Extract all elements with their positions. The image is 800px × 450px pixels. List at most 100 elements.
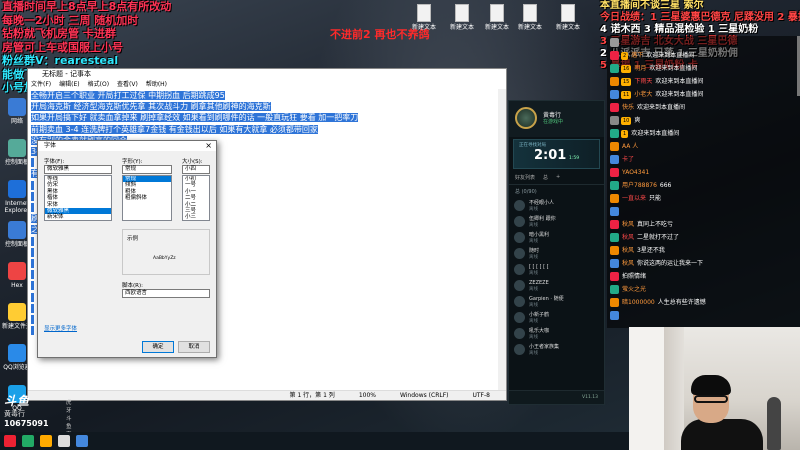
friend-row[interactable]: [ [ [ [ [ [离线 <box>509 262 604 278</box>
text-line-content: 开局海克斯 经济型海克斯优先拿 其次战斗力 刷拿其他刷神的海克斯 <box>31 102 271 112</box>
friend-name: 小王者家族集 <box>529 344 560 350</box>
friend-row[interactable]: ZEZEZE 离线 <box>509 278 604 294</box>
chat-username[interactable]: 秋风 <box>622 260 634 267</box>
start-icon[interactable] <box>4 435 16 447</box>
user-level-icon <box>610 142 619 151</box>
notepad-menubar: 文件(F) 编辑(E) 格式(O) 查看(V) 帮助(H) <box>28 80 506 89</box>
notepad-icon[interactable] <box>58 435 70 447</box>
file-label: 新建文本 <box>555 24 580 31</box>
friend-row[interactable]: 伍卿利 跟你 离线 <box>509 214 604 230</box>
user-level-icon <box>610 194 619 203</box>
queue-timer: 正在寻找对局 2:01 1:59 <box>513 139 600 169</box>
chat-message: 卡了 <box>607 153 800 167</box>
chat-username[interactable]: 用户788876 <box>622 182 657 189</box>
chat-username[interactable]: 明月 <box>634 65 646 72</box>
font-field[interactable]: 微软雅黑 <box>44 165 112 174</box>
streamer-hair <box>691 375 731 395</box>
friend-status: 离线 <box>529 223 538 228</box>
menu-item[interactable]: 格式(O) <box>88 80 109 89</box>
cancel-button[interactable]: 取消 <box>178 341 210 353</box>
user-level-icon <box>610 116 619 125</box>
folder-icon[interactable] <box>40 435 52 447</box>
script-select[interactable]: 西欧语言 <box>122 289 210 298</box>
friend-tab[interactable]: 总 <box>543 174 548 181</box>
friend-row[interactable]: 小王者家族集 离线 <box>509 342 604 358</box>
game-icon[interactable] <box>76 435 88 447</box>
friend-avatar <box>514 248 525 259</box>
list-item[interactable]: 新宋体 <box>45 214 111 220</box>
chat-text: 欢迎来到本直播间 <box>637 104 686 111</box>
friend-row[interactable]: Garpien · 随便 离线 <box>509 294 604 310</box>
chat-text: 只能 <box>649 195 662 202</box>
font-label: 字体(F): <box>44 159 65 165</box>
user-level-icon <box>610 90 619 99</box>
menu-item[interactable]: 查看(V) <box>117 80 138 89</box>
chat-username[interactable]: 暗1000000 <box>622 299 655 306</box>
ok-button[interactable]: 确定 <box>142 341 174 353</box>
chat-username[interactable]: 快乐 <box>622 104 634 111</box>
chat-username[interactable]: 秋风 <box>622 247 634 254</box>
chat-message: 1 欢迎来到本直播间 <box>607 127 800 141</box>
chat-username[interactable]: 秋风 <box>622 234 634 241</box>
document-icon <box>455 4 469 22</box>
show-more-fonts-link[interactable]: 显示更多字体 <box>44 324 77 332</box>
stream-logo: 斗鱼 <box>4 394 31 408</box>
friend-row[interactable]: 不经眼小人 离线 <box>509 198 604 214</box>
user-level-icon <box>610 220 619 229</box>
style-list[interactable]: 常规 倾斜 粗体 粗偏斜体 <box>122 175 172 221</box>
file-icon[interactable]: 新建文本 <box>447 4 477 31</box>
list-item[interactable]: 粗偏斜体 <box>123 195 171 201</box>
chat-username[interactable]: 萤火之光 <box>622 286 646 293</box>
font-dialog[interactable]: 字体 × 字体(F): 微软雅黑 等线 仿宋 黑体 楷体 宋体 微软雅黑 新宋体 字形(Y)… <box>37 140 217 358</box>
file-icon[interactable]: 新建文本 <box>515 4 545 31</box>
friend-row[interactable]: 随时 离线 <box>509 246 604 262</box>
file-icon[interactable]: 新建文本 <box>409 4 439 31</box>
chat-text: 拍照情绪 <box>622 273 647 280</box>
file-icon[interactable]: 新建文本 <box>482 4 512 31</box>
chat-username[interactable]: 一直以来 <box>622 195 646 202</box>
notepad-titlebar[interactable]: 无标题 - 记事本 <box>28 69 506 80</box>
app-icon[interactable] <box>22 435 34 447</box>
style-field[interactable]: 常规 <box>122 165 172 174</box>
friend-name: 吼乐大咖 <box>529 328 550 334</box>
size-field[interactable]: 小四 <box>182 165 210 174</box>
chat-username[interactable]: 秋风 <box>622 221 634 228</box>
friend-row[interactable]: 小新子鹤 离线 <box>509 310 604 326</box>
close-icon[interactable]: × <box>205 141 212 151</box>
font-list[interactable]: 等线 仿宋 黑体 楷体 宋体 微软雅黑 新宋体 <box>44 175 112 221</box>
file-label: 新建文本 <box>484 24 509 31</box>
chat-message: 15 下雨天 欢迎来到本直播间 <box>607 75 800 89</box>
user-level-icon <box>610 233 619 242</box>
user-level-icon <box>610 129 619 138</box>
friend-tab[interactable]: + <box>556 174 560 181</box>
chat-username[interactable]: 卡了 <box>622 156 634 163</box>
font-dialog-titlebar[interactable]: 字体 × <box>38 141 216 151</box>
room-id: 10675091 <box>4 419 49 428</box>
avatar[interactable] <box>515 107 537 129</box>
menu-item[interactable]: 编辑(E) <box>59 80 79 89</box>
text-line: 前期卖血 3-4 连洗牌打个英雄拿7金钱 有金钱出以后 如果有大就拿 必须都带回… <box>31 124 503 135</box>
fan-badge: 10 <box>621 116 632 125</box>
friend-row[interactable]: 暗小黑利 离线 <box>509 230 604 246</box>
user-level-icon <box>610 168 619 177</box>
taskbar <box>0 432 629 450</box>
chat-username[interactable]: 下雨天 <box>634 78 652 85</box>
friend-tab[interactable]: 好友列表 <box>515 174 535 181</box>
friend-status: 离线 <box>529 271 538 276</box>
user-level-icon <box>610 298 619 307</box>
notepad-scrollbar[interactable] <box>498 89 506 390</box>
size-list[interactable]: 小初一号小一二号小二三号小三四号小四五号 <box>182 175 210 221</box>
game-client-panel[interactable]: 黄毒行 在游戏中 正在寻找对局 2:01 1:59 好友列表 总 + 总 (0/90… <box>508 100 605 405</box>
chat-username[interactable]: 小老大 <box>634 91 652 98</box>
chat-message: 拍照情绪 <box>607 270 800 284</box>
friend-row[interactable]: 吼乐大咖 离线 <box>509 326 604 342</box>
file-icon[interactable]: 新建文本 <box>553 4 583 31</box>
menu-item[interactable]: 文件(F) <box>31 80 51 89</box>
chat-username[interactable]: 落下 <box>631 52 643 59</box>
friend-avatar <box>514 296 525 307</box>
chat-username[interactable]: AA 人 <box>622 143 638 150</box>
friend-status: 离线 <box>529 207 538 212</box>
friend-group-header[interactable]: 总 (0/90) <box>509 185 604 198</box>
menu-item[interactable]: 帮助(H) <box>146 80 167 89</box>
chat-username[interactable]: YAO4341 <box>622 169 649 176</box>
